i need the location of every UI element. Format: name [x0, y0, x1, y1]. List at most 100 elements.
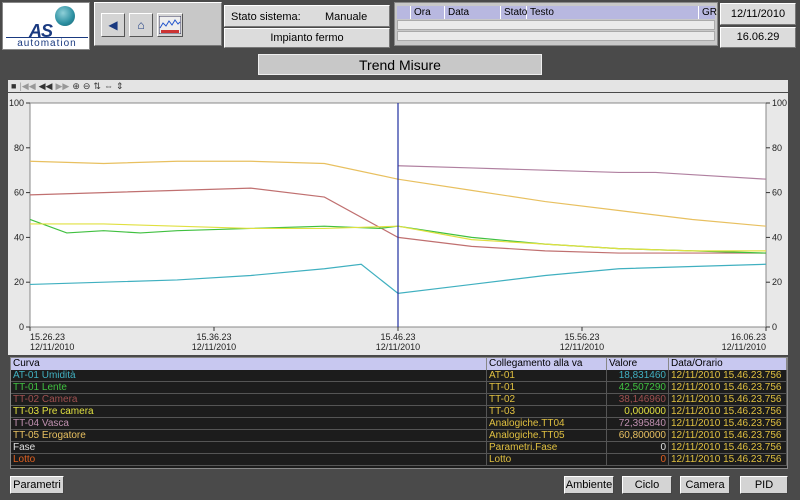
back-arrow-icon: ◀: [108, 18, 118, 32]
curve-datetime: 12/11/2010 15.46.23.756: [669, 406, 787, 417]
col-collegamento[interactable]: Collegamento alla va: [487, 358, 607, 370]
camera-button[interactable]: Camera: [680, 476, 730, 494]
curve-name: TT-02 Camera: [11, 394, 487, 405]
zoom-in-icon[interactable]: ⊕: [72, 81, 80, 92]
table-header: Curva Collegamento alla va Valore Data/O…: [11, 358, 787, 370]
parametri-button[interactable]: Parametri: [10, 476, 64, 494]
alarm-row[interactable]: [397, 31, 715, 41]
table-row[interactable]: TT-01 Lente TT-01 42,507290 12/11/2010 15.4…: [11, 382, 787, 394]
plant-status: Impianto fermo: [270, 32, 344, 44]
home-button[interactable]: ⌂: [129, 13, 153, 37]
table-row[interactable]: AT-01 Umidità AT-01 18,831460 12/11/2010 15…: [11, 370, 787, 382]
back-button[interactable]: ◀: [101, 13, 125, 37]
curve-value: 42,507290: [607, 382, 669, 393]
home-icon: ⌂: [137, 18, 145, 32]
curve-name: AT-01 Umidità: [11, 370, 487, 381]
system-status-box: Stato sistema: Manuale: [224, 5, 390, 27]
x-tick-date: 12/11/2010: [560, 342, 604, 352]
company-logo: AS automation: [2, 2, 90, 50]
y-tick-label-right: 0: [772, 322, 777, 332]
x-tick-date: 12/11/2010: [722, 342, 766, 352]
trend-chart[interactable]: 100 80 60 40 20 0 100 80 60 40 20 0 15.26.23 12/11/…: [8, 93, 788, 355]
ruler-icon[interactable]: ⇕: [116, 81, 124, 92]
nav-panel: ◀ ⌂: [94, 2, 222, 46]
curve-datetime: 12/11/2010 15.46.23.756: [669, 382, 787, 393]
curve-link: Parametri.Fase: [487, 442, 607, 453]
rewind-icon[interactable]: ◀◀: [39, 81, 53, 92]
curve-link: Lotto: [487, 454, 607, 465]
curve-link: Analogiche.TT05: [487, 430, 607, 441]
trend-toolbar: ■ |◀◀ ◀◀ ▶▶ ⊕ ⊖ ⇅ ⇔ ⇕: [8, 80, 788, 92]
table-row[interactable]: TT-05 Erogatore Analogiche.TT05 60,800000 1…: [11, 430, 787, 442]
curve-datetime: 12/11/2010 15.46.23.756: [669, 418, 787, 429]
x-tick-time: 16.06.23: [731, 332, 766, 342]
y-tick-label-right: 80: [772, 143, 782, 153]
table-row[interactable]: TT-03 Pre camera TT-03 0,000000 12/11/2010 …: [11, 406, 787, 418]
x-tick-date: 12/11/2010: [376, 342, 420, 352]
curve-value: 18,831460: [607, 370, 669, 381]
trend-chart-svg[interactable]: 100806040200 100806040200 15.26.2312/11/…: [8, 93, 788, 355]
table-row[interactable]: TT-04 Vasca Analogiche.TT04 72,395840 12/11…: [11, 418, 787, 430]
curve-datetime: 12/11/2010 15.46.23.756: [669, 370, 787, 381]
y-tick-label-right: 60: [772, 188, 782, 198]
x-tick-date: 12/11/2010: [30, 342, 74, 352]
curve-table: Curva Collegamento alla va Valore Data/O…: [10, 357, 788, 469]
current-time: 16.06.29: [736, 31, 780, 43]
time-box: 16.06.29: [720, 27, 796, 48]
y-tick-label-right: 20: [772, 277, 782, 287]
trend-icon: [159, 16, 181, 34]
stop-icon[interactable]: ■: [11, 81, 16, 91]
alarm-header: Ora Data Stato Testo GR: [397, 6, 717, 19]
forward-icon[interactable]: ▶▶: [55, 81, 69, 92]
table-row[interactable]: Fase Parametri.Fase 0 12/11/2010 15.46.23.7…: [11, 442, 787, 454]
alarm-col-ora: Ora: [411, 6, 445, 19]
curve-name: Fase: [11, 442, 487, 453]
curve-value: 0: [607, 442, 669, 453]
table-row[interactable]: Lotto Lotto 0 12/11/2010 15.46.23.756: [11, 454, 787, 466]
curve-value: 0,000000: [607, 406, 669, 417]
trend-button[interactable]: [157, 13, 183, 37]
curve-link: TT-02: [487, 394, 607, 405]
pan-icon[interactable]: ⇅: [93, 81, 101, 92]
curve-datetime: 12/11/2010 15.46.23.756: [669, 454, 787, 465]
col-curva[interactable]: Curva: [11, 358, 487, 370]
x-tick-date: 12/11/2010: [192, 342, 236, 352]
curve-link: TT-01: [487, 382, 607, 393]
col-data-orario[interactable]: Data/Orario: [669, 358, 787, 370]
curve-link: AT-01: [487, 370, 607, 381]
y-tick-label: 100: [9, 98, 24, 108]
pid-button[interactable]: PID: [740, 476, 788, 494]
page-title: Trend Misure: [258, 54, 542, 75]
curve-name: TT-03 Pre camera: [11, 406, 487, 417]
alarm-col-data: Data: [445, 6, 501, 19]
curve-datetime: 12/11/2010 15.46.23.756: [669, 394, 787, 405]
y-tick-label: 40: [14, 232, 24, 242]
current-date: 12/11/2010: [730, 8, 786, 20]
globe-icon: [55, 6, 75, 26]
curve-link: Analogiche.TT04: [487, 418, 607, 429]
zoom-out-icon[interactable]: ⊖: [83, 81, 91, 92]
curve-datetime: 12/11/2010 15.46.23.756: [669, 442, 787, 453]
curve-value: 0: [607, 454, 669, 465]
curve-value: 72,395840: [607, 418, 669, 429]
y-tick-label-right: 100: [772, 98, 787, 108]
alarm-col-stato: Stato: [501, 6, 527, 19]
ambiente-button[interactable]: Ambiente: [564, 476, 614, 494]
alarm-list[interactable]: Ora Data Stato Testo GR: [394, 2, 718, 46]
status-label: Stato sistema:: [231, 11, 301, 23]
cursor-icon[interactable]: ⇔: [104, 81, 113, 91]
alarm-col-testo: Testo: [527, 6, 699, 19]
curve-value: 38,146960: [607, 394, 669, 405]
curve-name: Lotto: [11, 454, 487, 465]
curve-value: 60,800000: [607, 430, 669, 441]
status-mode: Manuale: [325, 11, 368, 23]
x-tick-time: 15.26.23: [30, 332, 65, 342]
alarm-row[interactable]: [397, 20, 715, 30]
x-tick-time: 15.36.23: [196, 332, 231, 342]
first-icon[interactable]: |◀◀: [19, 81, 35, 92]
col-valore[interactable]: Valore: [607, 358, 669, 370]
curve-name: TT-04 Vasca: [11, 418, 487, 429]
ciclo-button[interactable]: Ciclo: [622, 476, 672, 494]
table-row[interactable]: TT-02 Camera TT-02 38,146960 12/11/2010 15.…: [11, 394, 787, 406]
curve-link: TT-03: [487, 406, 607, 417]
